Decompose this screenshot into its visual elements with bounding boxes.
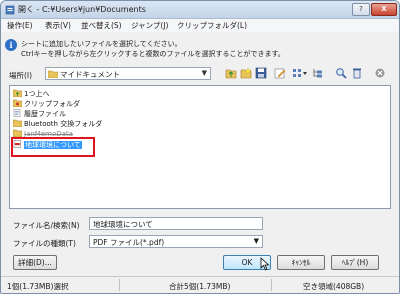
menu-jump[interactable]: ジャンプ(J)	[131, 20, 168, 31]
my-documents-icon	[48, 70, 58, 78]
menu-sort[interactable]: 並べ替え(S)	[81, 20, 122, 31]
save-icon[interactable]	[255, 67, 267, 79]
filename-label: ファイル名/検索(N)	[13, 221, 80, 230]
filetype-value: PDF ファイル(*.pdf)	[93, 238, 165, 247]
status-divider	[119, 279, 120, 291]
status-free-space: 空き領域(408GB)	[303, 282, 365, 291]
folder-icon	[13, 129, 22, 137]
menu-operation[interactable]: 操作(E)	[7, 20, 33, 31]
details-button[interactable]: 詳細(D)...	[13, 255, 57, 270]
edit-icon[interactable]	[274, 67, 286, 79]
cancel-icon[interactable]	[374, 67, 386, 79]
list-item[interactable]: 1つ上へ	[13, 89, 49, 99]
menu-view[interactable]: 表示(V)	[45, 20, 71, 31]
info-line-2: Ctrlキーを押しながら左クリックすると複数のファイルを選択することができます。	[21, 50, 285, 58]
help-title-button[interactable]: ?	[352, 3, 370, 16]
view-options-icon[interactable]	[292, 67, 308, 79]
status-total: 合計5個(1.73MB)	[169, 282, 231, 291]
cancel-button[interactable]: ｷｬﾝｾﾙ	[277, 255, 325, 270]
list-item[interactable]: クリップフォルダ	[13, 99, 80, 109]
info-line-1: シートに追加したいファイルを選択してください。	[21, 40, 182, 48]
window-title: 開く - C:¥Users¥jun¥Documents	[18, 5, 146, 14]
filename-value: 地球環境について	[93, 220, 153, 229]
status-bar: 1個(1.73MB)選択 合計5個(1.73MB) 空き領域(408GB)	[1, 276, 399, 293]
folder-icon	[13, 119, 22, 127]
app-icon	[5, 5, 15, 15]
file-name: Bluetooth 交換フォルダ	[24, 120, 103, 128]
location-label: 場所(I)	[9, 71, 33, 80]
new-folder-icon[interactable]	[240, 67, 252, 79]
mouse-cursor-icon	[260, 257, 270, 271]
file-name: 1つ上へ	[24, 90, 50, 98]
selection-highlight-box	[11, 137, 95, 157]
history-icon	[13, 109, 21, 117]
chevron-down-icon: ▼	[253, 237, 259, 245]
chevron-down-icon: ▼	[201, 69, 207, 77]
menu-clip-folder[interactable]: クリップフォルダ(L)	[177, 20, 247, 31]
close-button[interactable]: X	[371, 3, 397, 16]
open-file-dialog: 開く - C:¥Users¥jun¥Documents ? X 操作(E) 表示…	[0, 0, 400, 294]
location-select[interactable]: マイドキュメント ▼	[45, 67, 211, 80]
filename-input[interactable]: 地球環境について	[89, 217, 263, 230]
status-selected: 1個(1.73MB)選択	[7, 282, 69, 291]
file-name: 履歴ファイル	[24, 110, 66, 118]
status-divider	[271, 279, 272, 291]
info-icon: i	[5, 39, 17, 51]
menu-bar: 操作(E) 表示(V) 並べ替え(S) ジャンプ(J) クリップフォルダ(L)	[1, 19, 399, 32]
clip-folder-icon	[13, 99, 22, 107]
tree-view-icon[interactable]	[312, 67, 324, 79]
list-item[interactable]: Bluetooth 交換フォルダ	[13, 119, 102, 129]
delete-icon[interactable]	[351, 67, 363, 79]
up-folder-icon	[13, 89, 22, 97]
info-panel: i シートに追加したいファイルを選択してください。 Ctrlキーを押しながら左ク…	[1, 33, 399, 61]
title-bar: 開く - C:¥Users¥jun¥Documents ? X	[1, 1, 399, 19]
location-value: マイドキュメント	[60, 70, 120, 79]
search-icon[interactable]	[335, 67, 347, 79]
list-item[interactable]: 履歴ファイル	[13, 109, 66, 119]
file-name: クリップフォルダ	[24, 100, 80, 108]
filetype-label: ファイルの種類(T)	[13, 239, 76, 248]
up-folder-icon[interactable]	[225, 67, 237, 79]
filetype-select[interactable]: PDF ファイル(*.pdf) ▼	[89, 235, 263, 248]
help-button[interactable]: ﾍﾙﾌﾟ(H)	[331, 255, 379, 270]
